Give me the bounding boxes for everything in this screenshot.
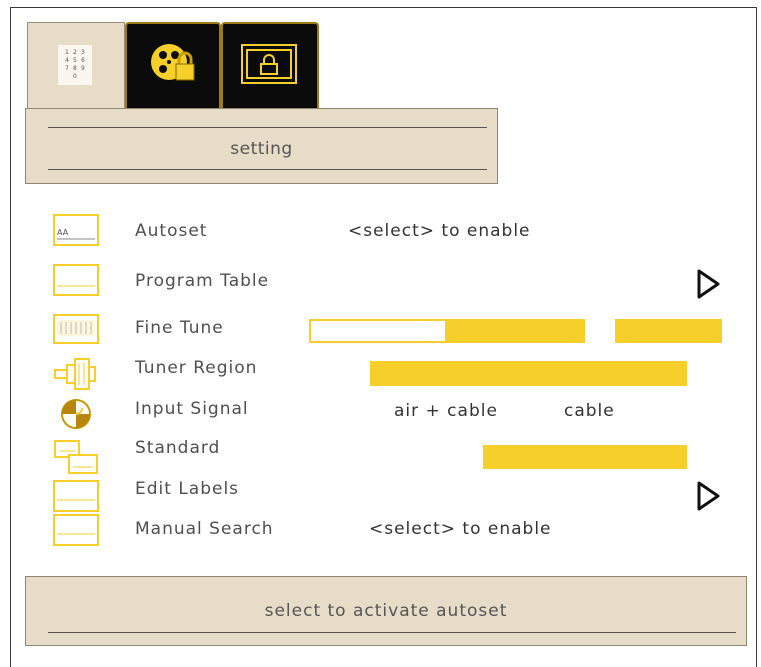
program-table-icon: [53, 264, 99, 296]
fine-tune-icon: [53, 314, 99, 344]
input-signal-option-air-cable[interactable]: air + cable: [394, 401, 498, 421]
tab-film-lock[interactable]: [125, 22, 221, 108]
input-signal-option-cable[interactable]: cable: [564, 401, 615, 421]
svg-text:8: 8: [73, 65, 77, 72]
svg-text:5: 5: [73, 57, 77, 64]
svg-text:2: 2: [73, 49, 77, 56]
divider: [48, 169, 487, 170]
manual-search-hint: <select> to enable: [369, 519, 552, 539]
svg-text:3: 3: [81, 49, 85, 56]
autoset-icon: AA: [53, 214, 99, 246]
menu-item-edit-labels[interactable]: Edit Labels: [135, 479, 239, 499]
menu-item-autoset[interactable]: Autoset: [135, 221, 207, 241]
tuner-region-icon: [54, 358, 96, 390]
menu-item-fine-tune[interactable]: Fine Tune: [135, 318, 224, 338]
divider: [48, 632, 736, 633]
setting-panel: setting: [25, 108, 498, 184]
menu-item-tuner-region[interactable]: Tuner Region: [135, 358, 257, 378]
standard-bar[interactable]: [483, 445, 687, 469]
tab-screen-lock[interactable]: [221, 22, 319, 108]
standard-icon: [54, 440, 98, 474]
chevron-right-icon[interactable]: [696, 268, 722, 300]
svg-text:0: 0: [73, 73, 77, 80]
fine-tune-slider-end[interactable]: [615, 319, 722, 343]
tuner-region-bar[interactable]: [370, 361, 687, 386]
chevron-right-icon[interactable]: [696, 480, 722, 512]
autoset-hint: <select> to enable: [348, 221, 531, 241]
page-title: setting: [230, 139, 293, 159]
svg-text:7: 7: [65, 65, 69, 72]
film-reel-lock-icon: [151, 44, 195, 81]
fine-tune-slider-empty: [309, 319, 447, 343]
svg-text:1: 1: [65, 49, 69, 56]
menu-item-input-signal[interactable]: Input Signal: [135, 399, 249, 419]
tab-keypad[interactable]: 123 456 789 0: [27, 22, 125, 108]
svg-text:9: 9: [81, 65, 85, 72]
status-panel: select to activate autoset: [25, 576, 747, 646]
menu-item-manual-search[interactable]: Manual Search: [135, 519, 274, 539]
fine-tune-slider[interactable]: [309, 319, 585, 343]
svg-text:AA: AA: [57, 228, 69, 237]
status-text: select to activate autoset: [264, 601, 508, 621]
globe-icon: [61, 399, 91, 429]
svg-text:6: 6: [81, 57, 85, 64]
menu-item-program-table[interactable]: Program Table: [135, 271, 269, 291]
menu-item-standard[interactable]: Standard: [135, 438, 220, 458]
keypad-icon: 123 456 789 0: [58, 45, 92, 85]
divider: [48, 127, 487, 128]
screen-lock-icon: [241, 44, 297, 84]
edit-labels-icon: [53, 480, 99, 512]
manual-search-icon: [53, 514, 99, 546]
svg-text:4: 4: [65, 57, 69, 64]
